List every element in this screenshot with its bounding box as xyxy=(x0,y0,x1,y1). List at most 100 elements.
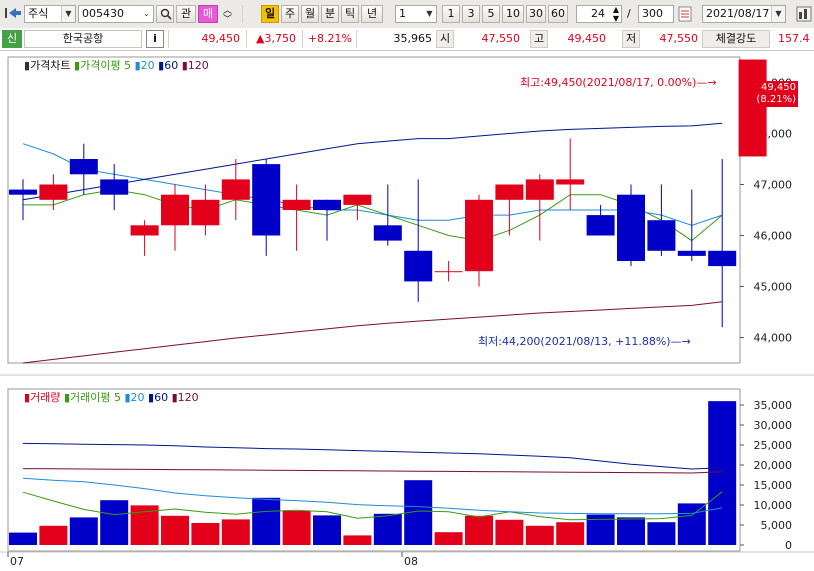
price-tick-label: 45,000 xyxy=(754,281,793,294)
candle-body xyxy=(404,250,433,282)
candle-body xyxy=(130,225,159,236)
interval-10-label: 10 xyxy=(506,7,520,20)
volume-tick-label: 20,000 xyxy=(754,459,793,472)
volume-ma-5: 5 xyxy=(113,391,121,404)
interval-select[interactable]: 1 ▼ xyxy=(395,5,437,23)
interval-60-button[interactable]: 60 xyxy=(548,5,568,23)
price-tick-label: 47,000 xyxy=(754,179,793,192)
interval-3-button[interactable]: 3 xyxy=(462,5,480,23)
volume-bar xyxy=(221,519,250,545)
candle-body xyxy=(738,59,767,157)
candle-body xyxy=(343,194,372,205)
volume-tick-label: 35,000 xyxy=(754,399,793,412)
volume-bar xyxy=(495,519,524,545)
price-change: ▲3,750 xyxy=(256,32,296,45)
chart-settings-icon[interactable] xyxy=(796,6,812,25)
stock-name-field[interactable]: 한국공항 xyxy=(24,30,142,48)
stock-code-value: 005430 xyxy=(82,7,124,20)
watchlist-button-label: 관 xyxy=(180,7,192,20)
interval-30-button[interactable]: 30 xyxy=(526,5,546,23)
date-select-value: 2021/08/17 xyxy=(706,7,770,20)
x-tick-label: 08 xyxy=(404,555,418,568)
stock-chart[interactable]: 44,00045,00046,00047,00048,00049,00005,0… xyxy=(0,51,814,568)
chevron-down-icon[interactable]: ▼ xyxy=(613,11,619,22)
price-ma-60: 60 xyxy=(164,59,179,72)
volume-bar xyxy=(434,532,463,545)
interval-5-label: 5 xyxy=(487,7,495,20)
mobile-button-label: 매 xyxy=(202,7,214,20)
candle-body xyxy=(586,215,615,236)
high-annotation: 최고:49,450(2021/08/17, 0.00%)—→ xyxy=(520,76,717,89)
volume-bar xyxy=(252,497,281,545)
watchlist-button[interactable]: 관 xyxy=(176,5,196,23)
volume-chart-title: 거래량 xyxy=(30,391,61,404)
toolbar-arrow-icon[interactable] xyxy=(4,6,22,20)
chevron-down-icon[interactable]: ▼ xyxy=(771,6,785,22)
high-price: 49,450 xyxy=(567,32,607,45)
info-button[interactable]: i xyxy=(146,30,164,48)
stock-name: 한국공항 xyxy=(62,32,104,45)
spin-buttons[interactable]: ︿ ﹀ xyxy=(221,5,237,25)
period-year-button[interactable]: 년 xyxy=(361,5,383,23)
price-change-percent: +8.21% xyxy=(307,32,352,45)
display-count-input[interactable]: 24 ▲ ▼ xyxy=(576,5,622,23)
trade-volume: 35,965 xyxy=(393,32,433,45)
period-month-button[interactable]: 월 xyxy=(301,5,319,23)
period-minute-label: 분 xyxy=(324,7,336,20)
volume-bar xyxy=(677,503,706,545)
chevron-down-icon[interactable]: ▼ xyxy=(423,6,436,22)
search-button[interactable] xyxy=(156,5,174,23)
chart-area[interactable]: 44,00045,00046,00047,00048,00049,00005,0… xyxy=(0,51,814,568)
candle-body xyxy=(69,159,98,175)
count-separator: / xyxy=(627,7,631,20)
chevron-down-icon[interactable]: ﹀ xyxy=(223,12,232,25)
total-count-input[interactable]: 300 xyxy=(638,5,674,23)
interval-1-button[interactable]: 1 xyxy=(442,5,460,23)
interval-5-button[interactable]: 5 xyxy=(482,5,500,23)
strength-label: 체결강도 xyxy=(702,30,770,48)
price-ma-5: 5 xyxy=(124,59,132,72)
volume-bar xyxy=(465,515,493,545)
period-year-label: 년 xyxy=(366,7,378,20)
date-select[interactable]: 2021/08/17 ▼ xyxy=(702,5,786,23)
price-ma-label: 가격이평 xyxy=(80,59,121,72)
period-tick-button[interactable]: 틱 xyxy=(341,5,359,23)
open-label: 시 xyxy=(436,30,454,48)
candle-body xyxy=(313,199,341,210)
market-select-value: 주식 xyxy=(28,7,49,20)
volume-tick-label: 0 xyxy=(785,539,792,552)
volume-ma-60: 60 xyxy=(154,391,169,404)
candle-body xyxy=(373,225,402,241)
candle-body xyxy=(647,220,676,251)
period-week-label: 주 xyxy=(284,7,296,20)
volume-ma-label: 거래이평 xyxy=(70,391,111,404)
volume-bar xyxy=(313,515,341,545)
candle-body xyxy=(708,250,737,267)
interval-10-button[interactable]: 10 xyxy=(502,5,524,23)
candle-body xyxy=(556,179,585,185)
volume-tick-label: 10,000 xyxy=(754,499,793,512)
trade-strength: 157.4 xyxy=(778,32,810,45)
search-icon xyxy=(160,8,172,25)
period-minute-button[interactable]: 분 xyxy=(321,5,339,23)
stock-code-input[interactable]: 005430 ⌄ xyxy=(78,5,154,23)
mobile-button[interactable]: 매 xyxy=(198,5,218,23)
period-day-button[interactable]: 일 xyxy=(261,5,279,23)
volume-ma-20: 20 xyxy=(130,391,145,404)
interval-3-label: 3 xyxy=(467,7,475,20)
quote-bar: 신 한국공항 i 49,450 ▲3,750 +8.21% 35,965 시 4… xyxy=(0,28,814,51)
period-week-button[interactable]: 주 xyxy=(281,5,299,23)
data-grid-icon[interactable] xyxy=(678,6,692,25)
volume-tick-label: 30,000 xyxy=(754,419,793,432)
chevron-down-icon[interactable]: ▼ xyxy=(61,6,75,22)
volume-tick-label: 25,000 xyxy=(754,439,793,452)
volume-bar xyxy=(343,535,372,545)
low-label: 저 xyxy=(622,30,640,48)
market-select[interactable]: 주식 ▼ xyxy=(24,5,76,23)
candle-body xyxy=(161,194,189,226)
chevron-down-icon[interactable]: ⌄ xyxy=(140,6,153,22)
interval-1-label: 1 xyxy=(447,7,455,20)
period-tick-label: 틱 xyxy=(344,7,356,20)
stock-type-badge: 신 xyxy=(2,30,22,48)
chart-toolbar: 주식 ▼ 005430 ⌄ 관 매 ︿ ﹀ 일 주 월 분 틱 년 1 ▼ 1 … xyxy=(0,0,814,29)
